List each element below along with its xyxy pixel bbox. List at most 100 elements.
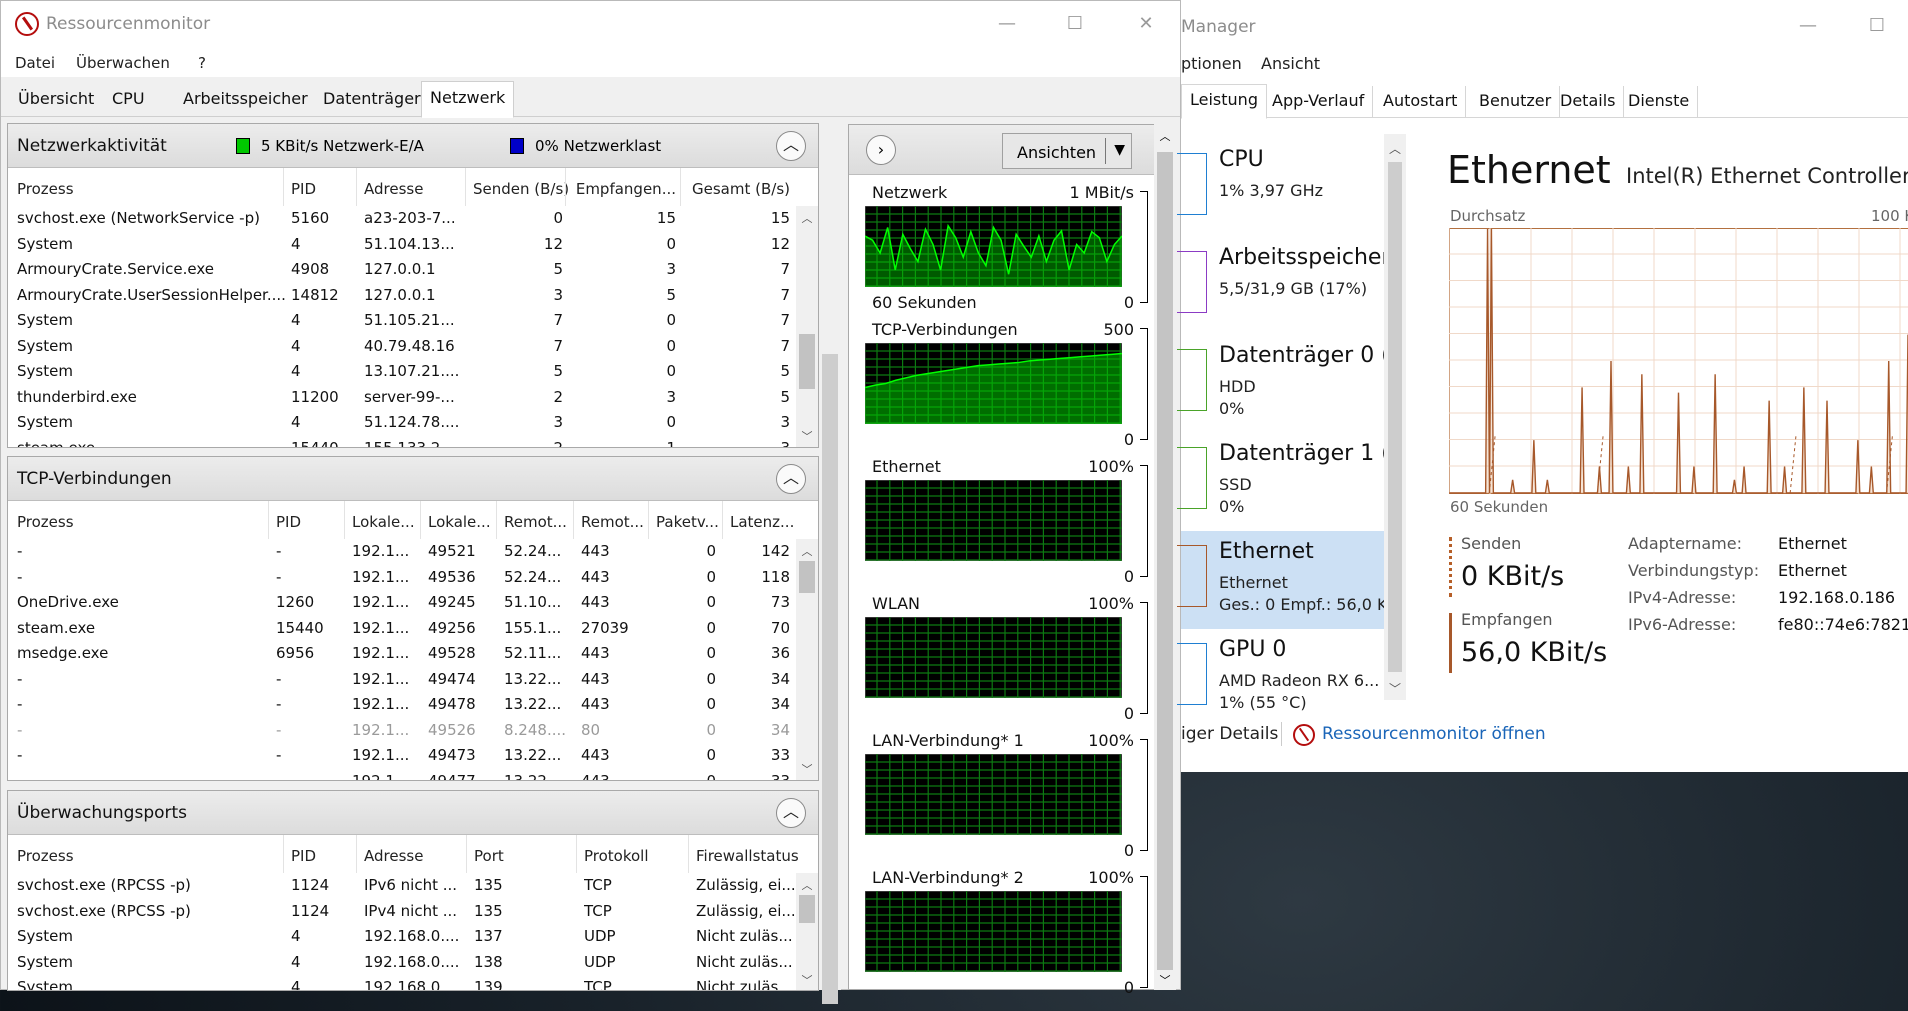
column-divider[interactable] xyxy=(356,168,357,206)
table-row[interactable]: steam.exe 15440 192.1... 49256 155.1... 27039… xyxy=(8,616,818,642)
column-divider[interactable] xyxy=(420,501,421,539)
column-divider[interactable] xyxy=(688,835,689,873)
sidebar-item-arbeitsspeicher[interactable]: Arbeitsspeicher 5,5/31,9 GB (17%) xyxy=(1177,237,1391,335)
open-resource-monitor-link[interactable]: Ressourcenmonitor öffnen xyxy=(1322,724,1546,744)
table-row[interactable]: msedge.exe 6956 192.1... 49528 52.11... 443 0 3… xyxy=(8,641,818,667)
table-row[interactable]: ArmouryCrate.Service.exe 4908 127.0.0.1 5 3 7 xyxy=(8,257,818,283)
sidebar-item-gpu[interactable]: GPU 0 AMD Radeon RX 6... 1% (55 °C) xyxy=(1177,629,1384,727)
column-header[interactable]: Adresse xyxy=(364,180,423,198)
column-divider[interactable] xyxy=(573,501,574,539)
column-header[interactable]: Remot... xyxy=(504,513,567,531)
tab-app-verlauf[interactable]: App-Verlauf xyxy=(1264,86,1374,118)
column-header[interactable]: Senden (B/s) xyxy=(473,180,569,198)
column-divider[interactable] xyxy=(344,501,345,539)
table-row[interactable]: svchost.exe (RPCSS -p) 1124 IPv6 nicht ...… xyxy=(8,873,818,899)
scroll-thumb[interactable] xyxy=(799,561,815,593)
scroll-down-icon[interactable]: ﹀ xyxy=(796,972,818,988)
tab-dienste[interactable]: Dienste xyxy=(1620,86,1699,118)
column-divider[interactable] xyxy=(576,835,577,873)
column-header[interactable]: Gesamt (B/s) xyxy=(688,180,790,198)
tab-details[interactable]: Details xyxy=(1552,86,1625,118)
tab-leistung[interactable]: Leistung xyxy=(1181,84,1267,119)
scroll-thumb[interactable] xyxy=(799,334,815,389)
menu-ansicht[interactable]: Ansicht xyxy=(1261,54,1320,73)
scroll-thumb[interactable] xyxy=(822,354,838,1004)
table-row[interactable]: - - 192.1... 49536 52.24... 443 0 118 xyxy=(8,565,818,591)
column-header[interactable]: Prozess xyxy=(17,847,74,865)
sidebar-scrollbar[interactable]: ︿ ﹀ xyxy=(1384,134,1406,700)
menu-datei[interactable]: Datei xyxy=(15,54,55,72)
column-header[interactable]: Paketv... xyxy=(656,513,719,531)
menu-optionen[interactable]: ptionen xyxy=(1181,54,1242,73)
tcp-header[interactable]: TCP-Verbindungen ︿ xyxy=(8,457,818,501)
column-divider[interactable] xyxy=(465,168,466,206)
ports-header[interactable]: Überwachungsports ︿ xyxy=(8,791,818,835)
fewer-details-link[interactable]: iger Details xyxy=(1181,724,1278,744)
table-row[interactable]: - - 192.1... 49521 52.24... 443 0 142 xyxy=(8,539,818,565)
tab-arbeitsspeicher[interactable]: Arbeitsspeicher xyxy=(175,83,316,117)
column-header[interactable]: Lokale... xyxy=(428,513,491,531)
column-header[interactable]: Prozess xyxy=(17,513,74,531)
collapse-network-activity-button[interactable]: ︿ xyxy=(776,131,806,161)
table-row[interactable]: - - 192.1... 49474 13.22... 443 0 34 xyxy=(8,667,818,693)
network-activity-scrollbar[interactable]: ︿ ﹀ xyxy=(796,206,818,447)
scroll-up-icon[interactable]: ︿ xyxy=(1154,128,1176,144)
menu-help[interactable]: ? xyxy=(198,54,206,72)
expand-graphs-button[interactable]: › xyxy=(866,135,896,165)
table-row[interactable]: svchost.exe (NetworkService -p) 5160 a23-2… xyxy=(8,206,818,232)
tab-cpu[interactable]: CPU xyxy=(104,83,153,117)
scroll-up-icon[interactable]: ︿ xyxy=(1384,140,1406,157)
ports-scrollbar[interactable]: ︿ ﹀ xyxy=(796,873,818,990)
column-header[interactable]: Lokale... xyxy=(352,513,415,531)
column-header[interactable]: Adresse xyxy=(364,847,423,865)
table-row[interactable]: System 4 40.79.48.16 7 0 7 xyxy=(8,334,818,360)
scroll-up-icon[interactable]: ︿ xyxy=(796,877,818,893)
collapse-tcp-button[interactable]: ︿ xyxy=(776,464,806,494)
table-row[interactable]: OneDrive.exe 1260 192.1... 49245 51.10... 443… xyxy=(8,590,818,616)
tab-benutzer[interactable]: Benutzer xyxy=(1471,86,1561,118)
column-divider[interactable] xyxy=(680,168,681,206)
graph-pane-scrollbar[interactable]: ︿ ﹀ xyxy=(1154,124,1176,990)
table-row[interactable]: - - 192.1... 49473 13.22... 443 0 33 xyxy=(8,743,818,769)
column-divider[interactable] xyxy=(722,501,723,539)
column-header[interactable]: Empfangen... xyxy=(573,180,676,198)
table-row[interactable]: System 4 192.168.0.... 138 UDP Nicht zuläs... xyxy=(8,950,818,976)
column-divider[interactable] xyxy=(565,168,566,206)
scroll-down-icon[interactable]: ﹀ xyxy=(1154,972,1176,988)
network-activity-header[interactable]: Netzwerkaktivität 5 KBit/s Netzwerk-E/A … xyxy=(8,124,818,168)
table-row[interactable]: System 4 51.105.21... 7 0 7 xyxy=(8,308,818,334)
scroll-up-icon[interactable]: ︿ xyxy=(796,210,818,226)
column-header[interactable]: Remot... xyxy=(581,513,644,531)
table-row[interactable]: System 4 51.124.78.... 3 0 3 xyxy=(8,410,818,436)
column-header[interactable]: Port xyxy=(474,847,504,865)
table-row[interactable]: - - 192.1... 49526 8.248.... 80 0 34 xyxy=(8,718,818,744)
column-divider[interactable] xyxy=(268,501,269,539)
tab-datentraeger[interactable]: Datenträger xyxy=(315,83,429,117)
table-row[interactable]: System 4 13.107.21.... 5 0 5 xyxy=(8,359,818,385)
sidebar-item-ethernet[interactable]: Ethernet Ethernet Ges.: 0 Empf.: 56,0 K xyxy=(1177,531,1388,629)
table-row[interactable]: ArmouryCrate.UserSessionHelper.... 14812 1… xyxy=(8,283,818,309)
column-divider[interactable] xyxy=(496,501,497,539)
minimize-button[interactable]: — xyxy=(1785,10,1831,42)
scroll-down-icon[interactable]: ﹀ xyxy=(1384,680,1406,697)
table-row[interactable]: System 4 192.168.0.... 139 TCP Nicht zuläs... xyxy=(8,975,818,990)
panes-scrollbar[interactable] xyxy=(819,124,841,1004)
column-header[interactable]: Latenz... xyxy=(730,513,794,531)
column-divider[interactable] xyxy=(648,501,649,539)
column-divider[interactable] xyxy=(283,835,284,873)
scroll-down-icon[interactable]: ﹀ xyxy=(796,761,818,777)
scroll-up-icon[interactable]: ︿ xyxy=(796,543,818,559)
maximize-button[interactable]: ☐ xyxy=(1854,10,1900,42)
column-header[interactable]: PID xyxy=(291,847,316,865)
column-divider[interactable] xyxy=(466,835,467,873)
views-dropdown[interactable]: Ansichten ▼ xyxy=(1002,133,1132,169)
column-header[interactable]: Firewallstatus xyxy=(696,847,799,865)
maximize-button[interactable]: ☐ xyxy=(1052,8,1098,40)
sidebar-item-datentrger[interactable]: Datenträger 1 (C SSD 0% xyxy=(1177,433,1405,531)
scroll-down-icon[interactable]: ﹀ xyxy=(796,428,818,444)
column-header[interactable]: PID xyxy=(276,513,301,531)
menu-ueberwachen[interactable]: Überwachen xyxy=(76,54,170,72)
sidebar-item-cpu[interactable]: CPU 1% 3,97 GHz xyxy=(1177,139,1384,237)
tab-autostart[interactable]: Autostart xyxy=(1375,86,1467,118)
tab-netzwerk[interactable]: Netzwerk xyxy=(421,81,515,118)
